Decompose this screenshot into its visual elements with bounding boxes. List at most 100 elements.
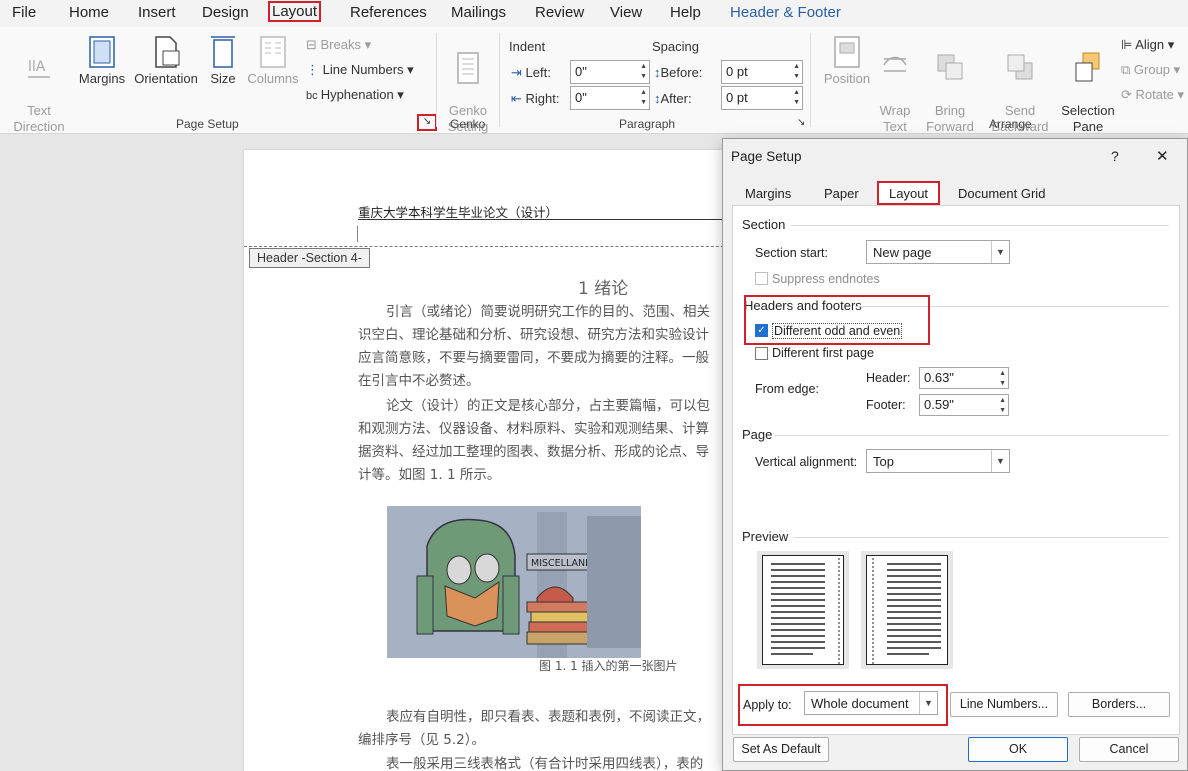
paragraph-line[interactable]: 论文（设计）的正文是核心部分，占主要篇幅，可以包: [386, 394, 710, 414]
preview-lines: [872, 558, 941, 664]
spinner-arrows-icon[interactable]: ▲ ▼: [999, 396, 1006, 416]
menu-layout[interactable]: Layout: [268, 1, 322, 22]
line-numbers-button[interactable]: Line Numbers...: [950, 692, 1058, 717]
spacing-after-input[interactable]: 0 pt ▲ ▼: [721, 86, 803, 110]
header-distance-input[interactable]: 0.63" ▲ ▼: [919, 367, 1009, 389]
paragraph-line[interactable]: 引言（或绪论）简要说明研究工作的目的、范围、相关: [386, 300, 710, 320]
spinner-arrows-icon[interactable]: ▲ ▼: [793, 62, 800, 82]
menu-help[interactable]: Help: [666, 3, 705, 22]
spinner-arrows-icon[interactable]: ▲ ▼: [793, 88, 800, 108]
columns-button[interactable]: Columns: [245, 35, 301, 87]
chevron-down-icon[interactable]: ▼: [991, 241, 1009, 263]
preview-label: Preview: [742, 529, 789, 544]
set-as-default-button[interactable]: Set As Default: [733, 737, 829, 762]
indent-right-icon: ⇤: [511, 91, 526, 106]
header-boundary: [244, 246, 764, 247]
group-button[interactable]: ⧉ Group ▾: [1121, 62, 1180, 78]
paragraph-line[interactable]: 识空白、理论基础和分析、研究设想、研究方法和实验设计: [358, 323, 709, 343]
menu-home[interactable]: Home: [65, 3, 113, 22]
hyphenation-button[interactable]: bc Hyphenation ▾: [306, 87, 404, 103]
paragraph-launcher[interactable]: ↘: [797, 117, 805, 128]
align-icon: ⊫: [1121, 37, 1136, 52]
headers-footers-highlight: [744, 295, 930, 345]
borders-button[interactable]: Borders...: [1068, 692, 1170, 717]
different-first-page-checkbox[interactable]: [755, 347, 768, 360]
wrap-text-button[interactable]: Wrap Text: [872, 35, 918, 135]
menu-review[interactable]: Review: [531, 3, 588, 22]
text-direction-icon: llA: [28, 59, 50, 78]
header-rule: [358, 219, 764, 220]
wrap-text-icon: [883, 56, 907, 72]
orientation-icon: [155, 36, 180, 68]
breaks-button[interactable]: ⊟ Breaks ▾: [306, 37, 371, 53]
paragraph-line[interactable]: 编排序号（见 5.2）。: [358, 728, 485, 748]
menu-view[interactable]: View: [606, 3, 646, 22]
close-button[interactable]: ✕: [1156, 147, 1169, 165]
header-distance-label: Header:: [866, 371, 911, 385]
menu-insert[interactable]: Insert: [134, 3, 180, 22]
document-page[interactable]: 重庆大学本科学生毕业论文（设计） Header -Section 4- 1 绪论…: [244, 150, 764, 771]
preview-page-left: [757, 551, 849, 669]
align-button[interactable]: ⊫ Align ▾: [1121, 37, 1174, 53]
figure-caption[interactable]: 图 1. 1 插入的第一张图片: [539, 657, 678, 674]
tab-paper[interactable]: Paper: [814, 183, 869, 205]
size-button[interactable]: Size: [203, 35, 243, 87]
tab-layout[interactable]: Layout: [877, 181, 941, 205]
help-button[interactable]: ?: [1111, 148, 1119, 164]
selection-pane-button[interactable]: Selection Pane: [1058, 35, 1118, 135]
rotate-button[interactable]: ⟳ Rotate ▾: [1121, 87, 1184, 103]
tab-document-grid[interactable]: Document Grid: [948, 183, 1055, 205]
indent-right-label: ⇤ Right:: [511, 91, 560, 106]
page-rule: [775, 435, 1169, 436]
breaks-icon: ⊟: [306, 37, 321, 52]
suppress-endnotes-checkbox[interactable]: [755, 272, 768, 285]
paragraph-line[interactable]: 和观测方法、仪器设备、材料原料、实验和观测结果、计算: [358, 417, 709, 437]
position-button[interactable]: Position: [818, 35, 876, 87]
paragraph-line[interactable]: 据资料、经过加工整理的图表、数据分析、形成的论点、导: [358, 440, 709, 460]
section-start-label: Section start:: [755, 246, 828, 260]
page-group-label: Page: [742, 427, 773, 442]
text-direction-button[interactable]: llA Text Direction: [4, 35, 74, 135]
line-numbers-icon: ⋮: [306, 62, 323, 77]
suppress-endnotes-label: Suppress endnotes: [772, 272, 880, 286]
figure-image[interactable]: MISCELLANEA: [387, 506, 641, 658]
paragraph-line[interactable]: 表应有自明性，即只看表、表题和表例，不阅读正文，: [386, 705, 710, 725]
header-section-tag: Header -Section 4-: [249, 248, 370, 268]
line-numbers-button[interactable]: ⋮ Line Numbers ▾: [306, 62, 414, 78]
ok-button[interactable]: OK: [968, 737, 1068, 762]
menu-file[interactable]: File: [8, 3, 40, 22]
menu-bar: File Home Insert Design Layout Reference…: [0, 0, 1188, 27]
page-setup-launcher[interactable]: ↘: [417, 114, 437, 131]
spinner-arrows-icon[interactable]: ▲ ▼: [640, 88, 647, 108]
spacing-before-input[interactable]: 0 pt ▲ ▼: [721, 60, 803, 84]
paragraph-line[interactable]: 在引言中不必赘述。: [358, 369, 480, 389]
rotate-icon: ⟳: [1121, 87, 1136, 102]
menu-design[interactable]: Design: [198, 3, 253, 22]
spacing-label: Spacing: [652, 39, 699, 54]
orientation-button[interactable]: Orientation: [130, 35, 202, 87]
hyphenation-icon: bc: [306, 90, 321, 102]
cancel-button[interactable]: Cancel: [1079, 737, 1179, 762]
paragraph-line[interactable]: 应言简意赅，不要与摘要雷同，不要成为摘要的注释。一般: [358, 346, 709, 366]
chevron-down-icon[interactable]: ▼: [991, 450, 1009, 472]
page-setup-dialog: Page Setup ? ✕ Margins Paper Layout Docu…: [722, 138, 1188, 771]
bring-forward-button[interactable]: Bring Forward: [918, 35, 982, 135]
indent-right-input[interactable]: 0" ▲ ▼: [570, 86, 650, 110]
vertical-alignment-select[interactable]: Top ▼: [866, 449, 1010, 473]
margins-button[interactable]: Margins: [76, 35, 128, 87]
paragraph-line[interactable]: 表一般采用三线表格式（有合计时采用四线表），表的: [386, 752, 703, 771]
heading[interactable]: 1 绪论: [578, 274, 628, 299]
spinner-arrows-icon[interactable]: ▲ ▼: [640, 62, 647, 82]
menu-references[interactable]: References: [346, 3, 431, 22]
margins-icon: [89, 36, 115, 68]
footer-distance-input[interactable]: 0.59" ▲ ▼: [919, 394, 1009, 416]
menu-mailings[interactable]: Mailings: [447, 3, 510, 22]
ribbon-separator: [499, 33, 500, 127]
indent-left-input[interactable]: 0" ▲ ▼: [570, 60, 650, 84]
paragraph-line[interactable]: 计等。如图 1. 1 所示。: [358, 463, 500, 483]
send-backward-icon: [1007, 54, 1033, 80]
spinner-arrows-icon[interactable]: ▲ ▼: [999, 369, 1006, 389]
menu-header-footer[interactable]: Header & Footer: [726, 3, 845, 22]
tab-margins[interactable]: Margins: [735, 183, 801, 205]
section-start-select[interactable]: New page ▼: [866, 240, 1010, 264]
